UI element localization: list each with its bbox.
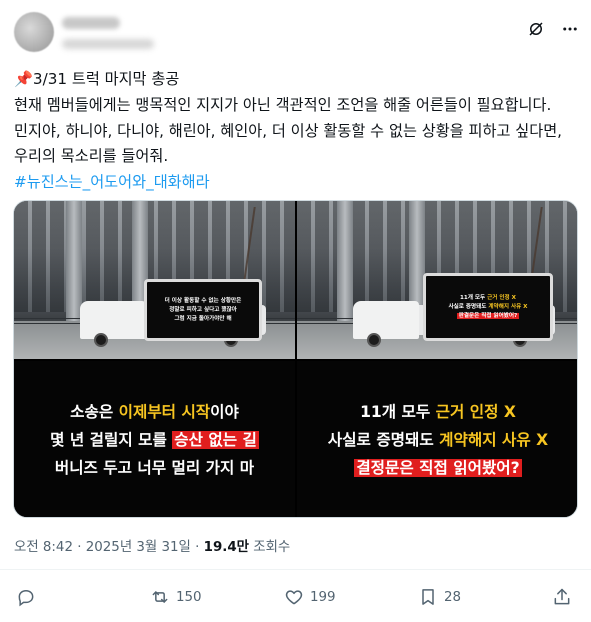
media-grid: 더 이상 활동할 수 없는 상황만은 정말로 피하고 싶다고 했잖아 그럼 지금… [13,200,578,518]
views-count: 19.4만 [203,540,249,555]
graphic-text-line: 결정문은 직접 읽어봤어? [354,458,522,479]
like-count: 199 [310,589,336,605]
grok-icon[interactable] [525,18,547,40]
post-text-line: 민지야, 하니야, 다니야, 해린아, 혜인아, 더 이상 활동할 수 없는 상… [14,121,562,140]
avatar[interactable] [14,12,54,52]
graphic-text-line: 11개 모두 근거 인정 X [360,402,516,423]
graphic-text: 몇 년 걸릴지 모를 [50,430,173,449]
bookmark-icon [418,587,438,607]
reply-button[interactable] [16,582,42,612]
graphic-text-line: 버니즈 두고 너무 멀리 가지 마 [54,458,255,477]
retweet-count: 150 [176,589,202,605]
post-date[interactable]: 2025년 3월 31일 [86,540,191,555]
truck-led-screen: 더 이상 활동할 수 없는 상황만은 정말로 피하고 싶다고 했잖아 그럼 지금… [144,279,262,341]
screen-text: 그럼 지금 돌아가야만 해 [174,315,232,322]
graphic-text: 이야 [210,402,239,421]
truck-led-screen: 11개 모두 근거 인정 X 사실로 증명돼도 계약해지 사유 X 판결문은 직… [423,273,553,341]
post-text-line: 우리의 목소리를 들어줘. [14,147,169,166]
retweet-button[interactable]: 150 [150,582,202,612]
graphic-text-line: 소송은 이제부터 시작이야 [70,402,239,423]
graphic-text-highlight: 근거 인정 X [435,402,516,421]
display-name-blurred[interactable] [62,17,120,29]
street-photo: 더 이상 활동할 수 없는 상황만은 정말로 피하고 싶다고 했잖아 그럼 지금… [14,201,295,359]
like-button[interactable]: 199 [284,582,336,612]
post-time[interactable]: 오전 8:42 [14,540,73,555]
meta-separator: · [72,540,86,555]
media-graphic-2[interactable]: 11개 모두 근거 인정 X 사실로 증명돼도 계약해지 사유 X 결정문은 직… [297,361,577,517]
graphic-text-block: 소송은 이제부터 시작이야 몇 년 걸릴지 모를 승산 없는 길 버니즈 두고 … [14,361,295,517]
screen-text: 11개 모두 근거 인정 X [460,294,516,303]
graphic-text-highlight: 결정문은 직접 읽어봤어? [354,458,522,477]
screen-text: 11개 모두 [460,294,488,301]
share-button[interactable] [552,582,572,612]
bookmark-count: 28 [444,589,462,605]
heart-icon [284,587,304,607]
media-photo-1[interactable]: 더 이상 활동할 수 없는 상황만은 정말로 피하고 싶다고 했잖아 그럼 지금… [14,201,295,359]
hashtag-link[interactable]: #뉴진스는_어도어와_대화해라 [14,170,579,196]
screen-text: 정말로 피하고 싶다고 했잖아 [169,306,237,313]
media-photo-2[interactable]: 11개 모두 근거 인정 X 사실로 증명돼도 계약해지 사유 X 판결문은 직… [297,201,577,359]
graphic-text-highlight: 승산 없는 길 [172,430,259,449]
graphic-text-highlight: 계약해지 사유 X [439,430,549,449]
graphic-text-line: 몇 년 걸릴지 모를 승산 없는 길 [50,430,259,451]
divider [0,569,591,570]
graphic-text: 소송은 [70,402,119,421]
action-bar: 150 199 28 [0,582,591,612]
post-text: 📌3/31 트럭 마지막 총공 현재 멤버들에게는 맹목적인 지지가 아닌 객관… [14,67,579,196]
screen-text: 더 이상 활동할 수 없는 상황만은 [164,297,242,304]
meta-separator: · [190,540,204,555]
graphic-text: 사실로 증명돼도 [327,430,440,449]
screen-text-highlight: 판결문은 직접 읽어봤어? [456,312,520,319]
street-photo: 11개 모두 근거 인정 X 사실로 증명돼도 계약해지 사유 X 판결문은 직… [297,201,577,359]
post-meta: 오전 8:42 · 2025년 3월 31일 · 19.4만 조회수 [14,535,290,555]
post-text-line: 현재 멤버들에게는 맹목적인 지지가 아닌 객관적인 조언을 해줄 어른들이 필… [14,95,552,114]
screen-text: 사실로 증명돼도 계약해지 사유 X [448,303,527,312]
graphic-text-highlight: 이제부터 시작 [118,402,211,421]
post-header [14,12,581,58]
more-icon[interactable] [559,18,581,40]
bookmark-button[interactable]: 28 [418,582,461,612]
media-graphic-1[interactable]: 소송은 이제부터 시작이야 몇 년 걸릴지 모를 승산 없는 길 버니즈 두고 … [14,361,295,517]
screen-text-highlight: 계약해지 사유 X [488,303,528,310]
header-actions [525,18,581,40]
views-label: 조회수 [249,540,291,555]
reply-icon [16,587,36,607]
screen-text-highlight: 근거 인정 X [487,294,516,301]
post-text-line: 📌3/31 트럭 마지막 총공 [14,70,180,88]
retweet-icon [150,587,170,607]
screen-text: 판결문은 직접 읽어봤어? [456,312,520,321]
screen-text: 사실로 증명돼도 [448,303,489,310]
share-icon [552,587,572,607]
handle-blurred[interactable] [62,39,154,49]
graphic-text-block: 11개 모두 근거 인정 X 사실로 증명돼도 계약해지 사유 X 결정문은 직… [297,361,577,517]
graphic-text: 11개 모두 [360,402,436,421]
graphic-text-line: 사실로 증명돼도 계약해지 사유 X [328,430,548,451]
